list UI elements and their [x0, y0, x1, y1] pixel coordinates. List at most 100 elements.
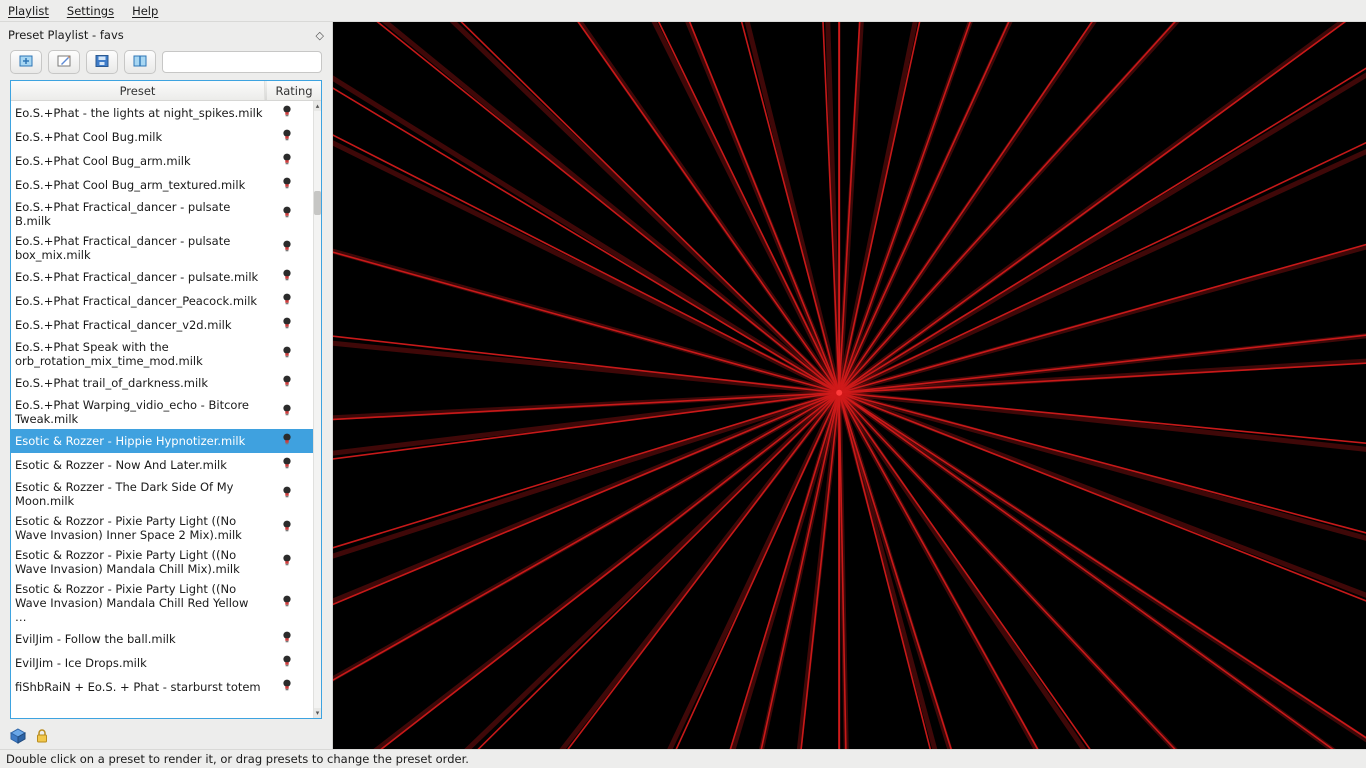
lightbulb-icon [282, 655, 292, 671]
list-item[interactable]: EvilJim - Follow the ball.milk [11, 627, 313, 651]
list-item[interactable]: Eo.S.+Phat Fractical_dancer - pulsate.mi… [11, 265, 313, 289]
list-item[interactable]: Eo.S.+Phat Cool Bug.milk [11, 125, 313, 149]
column-preset[interactable]: Preset [11, 81, 265, 100]
lightbulb-icon [282, 404, 292, 420]
lightbulb-icon [282, 293, 292, 309]
preset-name: Eo.S.+Phat Warping_vidio_echo - Bitcore … [15, 398, 267, 426]
rating-cell[interactable] [267, 457, 307, 473]
plus-file-icon [18, 54, 34, 71]
list-item[interactable]: Esotic & Rozzor - Pixie Party Light ((No… [11, 579, 313, 627]
list-item[interactable]: Esotic & Rozzer - The Dark Side Of My Mo… [11, 477, 313, 511]
rating-cell[interactable] [267, 375, 307, 391]
list-item[interactable]: Eo.S.+Phat Warping_vidio_echo - Bitcore … [11, 395, 313, 429]
lightbulb-icon [282, 679, 292, 695]
lightbulb-icon [282, 346, 292, 362]
pencil-icon [56, 54, 72, 71]
list-item[interactable]: Eo.S.+Phat Cool Bug_arm.milk [11, 149, 313, 173]
lightbulb-icon [282, 631, 292, 647]
lightbulb-icon [282, 177, 292, 193]
status-text: Double click on a preset to render it, o… [6, 752, 469, 766]
list-item[interactable]: Esotic & Rozzor - Pixie Party Light ((No… [11, 545, 313, 579]
lightbulb-icon [282, 554, 292, 570]
scroll-down-icon[interactable]: ▾ [314, 708, 321, 718]
list-item[interactable]: Esotic & Rozzor - Pixie Party Light ((No… [11, 511, 313, 545]
preset-name: Esotic & Rozzor - Pixie Party Light ((No… [15, 514, 267, 542]
rating-cell[interactable] [267, 554, 307, 570]
preset-list: Preset Rating Eo.S.+Phat - the lights at… [10, 80, 322, 719]
lightbulb-icon [282, 269, 292, 285]
rating-cell[interactable] [267, 293, 307, 309]
lightbulb-icon [282, 206, 292, 222]
panel-collapse-icon[interactable]: ◇ [316, 29, 324, 42]
rating-cell[interactable] [267, 153, 307, 169]
main-area: Preset Playlist - favs ◇ [0, 22, 1366, 749]
preset-name: Eo.S.+Phat Fractical_dancer - pulsate bo… [15, 234, 267, 262]
menu-help[interactable]: Help [132, 4, 158, 18]
lightbulb-icon [282, 129, 292, 145]
list-item[interactable]: Esotic & Rozzer - Now And Later.milk [11, 453, 313, 477]
preset-name: Eo.S.+Phat trail_of_darkness.milk [15, 376, 267, 390]
split-view-icon [132, 54, 148, 71]
preset-name: EvilJim - Follow the ball.milk [15, 632, 267, 646]
list-item[interactable]: Esotic & Rozzer - Hippie Hypnotizer.milk [11, 429, 313, 453]
column-rating[interactable]: Rating [267, 81, 321, 100]
add-preset-button[interactable] [10, 50, 42, 74]
list-item[interactable]: Eo.S.+Phat Speak with the orb_rotation_m… [11, 337, 313, 371]
edit-preset-button[interactable] [48, 50, 80, 74]
rating-cell[interactable] [267, 404, 307, 420]
scrollbar[interactable]: ▴ ▾ [313, 101, 321, 718]
lightbulb-icon [282, 457, 292, 473]
rating-cell[interactable] [267, 595, 307, 611]
rating-cell[interactable] [267, 486, 307, 502]
rating-cell[interactable] [267, 317, 307, 333]
lock-icon[interactable] [34, 728, 50, 747]
list-item[interactable]: Eo.S.+Phat Cool Bug_arm_textured.milk [11, 173, 313, 197]
scroll-up-icon[interactable]: ▴ [314, 101, 321, 111]
lightbulb-icon [282, 520, 292, 536]
scroll-thumb[interactable] [314, 191, 321, 215]
list-item[interactable]: Eo.S.+Phat trail_of_darkness.milk [11, 371, 313, 395]
list-item[interactable]: Eo.S.+Phat - the lights at night_spikes.… [11, 101, 313, 125]
preset-rows: Eo.S.+Phat - the lights at night_spikes.… [11, 101, 313, 718]
rating-cell[interactable] [267, 269, 307, 285]
list-item[interactable]: Eo.S.+Phat Fractical_dancer - pulsate bo… [11, 231, 313, 265]
preset-name: fiShbRaiN + Eo.S. + Phat - starburst tot… [15, 680, 267, 694]
save-playlist-button[interactable] [86, 50, 118, 74]
layout-toggle-button[interactable] [124, 50, 156, 74]
list-item[interactable]: fiShbRaiN + Eo.S. + Phat - starburst tot… [11, 675, 313, 699]
rating-cell[interactable] [267, 177, 307, 193]
menu-bar: Playlist Settings Help [0, 0, 1366, 22]
floppy-disk-icon [94, 54, 110, 71]
lightbulb-icon [282, 153, 292, 169]
rating-cell[interactable] [267, 346, 307, 362]
preset-name: Eo.S.+Phat Cool Bug.milk [15, 130, 267, 144]
rating-cell[interactable] [267, 129, 307, 145]
rating-cell[interactable] [267, 206, 307, 222]
cube-icon[interactable] [10, 728, 26, 747]
list-item[interactable]: EvilJim - Ice Drops.milk [11, 651, 313, 675]
rating-cell[interactable] [267, 105, 307, 121]
menu-settings[interactable]: Settings [67, 4, 114, 18]
rating-cell[interactable] [267, 240, 307, 256]
rating-cell[interactable] [267, 433, 307, 449]
menu-playlist[interactable]: Playlist [8, 4, 49, 18]
preset-name: Eo.S.+Phat Cool Bug_arm.milk [15, 154, 267, 168]
preset-name: Esotic & Rozzer - Now And Later.milk [15, 458, 267, 472]
list-item[interactable]: Eo.S.+Phat Fractical_dancer_v2d.milk [11, 313, 313, 337]
rating-cell[interactable] [267, 631, 307, 647]
preset-name: Esotic & Rozzer - The Dark Side Of My Mo… [15, 480, 267, 508]
lightbulb-icon [282, 240, 292, 256]
preset-name: Eo.S.+Phat Speak with the orb_rotation_m… [15, 340, 267, 368]
preset-name: Eo.S.+Phat Fractical_dancer_Peacock.milk [15, 294, 267, 308]
visualizer-canvas[interactable] [333, 22, 1366, 749]
list-item[interactable]: Eo.S.+Phat Fractical_dancer - pulsate B.… [11, 197, 313, 231]
list-item[interactable]: Eo.S.+Phat Fractical_dancer_Peacock.milk [11, 289, 313, 313]
preset-name: Eo.S.+Phat Cool Bug_arm_textured.milk [15, 178, 267, 192]
rating-cell[interactable] [267, 679, 307, 695]
sidebar-footer [0, 725, 332, 749]
rating-cell[interactable] [267, 655, 307, 671]
preset-name: Esotic & Rozzer - Hippie Hypnotizer.milk [15, 434, 267, 448]
preset-name: Eo.S.+Phat Fractical_dancer_v2d.milk [15, 318, 267, 332]
rating-cell[interactable] [267, 520, 307, 536]
search-input[interactable] [162, 51, 322, 73]
